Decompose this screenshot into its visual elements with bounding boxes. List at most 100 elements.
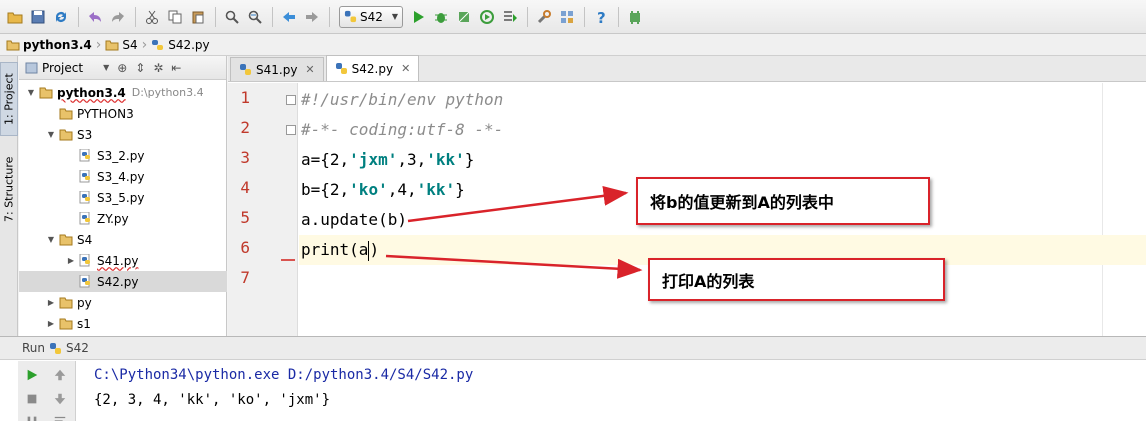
project-structure-icon[interactable]	[556, 6, 578, 28]
replace-icon[interactable]	[244, 6, 266, 28]
tab-s42[interactable]: S42.py ✕	[325, 55, 420, 81]
sync-icon[interactable]	[50, 6, 72, 28]
toolbar-separator	[215, 6, 216, 27]
toolbar-separator	[329, 6, 330, 27]
settings-icon[interactable]	[533, 6, 555, 28]
tree-item-label: S4	[77, 232, 93, 247]
help-icon[interactable]: ?	[590, 6, 612, 28]
tree-item-label: S42.py	[97, 274, 139, 289]
profile-icon[interactable]	[476, 6, 498, 28]
structure-tool-tab[interactable]: 7: Structure	[0, 148, 18, 230]
run-panel-config: S42	[66, 341, 89, 355]
run-configuration-select[interactable]: S42 ▼	[339, 5, 403, 28]
console-output[interactable]: C:\Python34\python.exe D:/python3.4/S4/S…	[94, 363, 473, 413]
string-literal: 'jxm'	[349, 150, 398, 169]
expand-right-icon[interactable]: ▶	[65, 256, 77, 265]
python-file-icon	[79, 190, 93, 204]
expand-right-icon[interactable]: ▶	[45, 298, 57, 307]
save-icon[interactable]	[27, 6, 49, 28]
soft-wrap-icon[interactable]	[52, 413, 68, 421]
tree-folder[interactable]: ▼ python3.4 D:\python3.4	[19, 82, 227, 103]
main-toolbar: S42 ▼ ?	[0, 0, 1146, 34]
python-icon	[50, 342, 62, 354]
stop-icon[interactable]	[24, 391, 40, 407]
paste-icon[interactable]	[187, 6, 209, 28]
hide-panel-icon[interactable]: ⇤	[171, 61, 181, 75]
toolbar-separator	[584, 6, 585, 27]
tree-file[interactable]: S3_4.py	[19, 166, 227, 187]
gear-icon[interactable]: ✲	[153, 61, 163, 75]
breadcrumb-item-s4[interactable]: S4	[105, 38, 138, 52]
close-icon[interactable]: ✕	[401, 62, 410, 75]
tool-window-strip: 1: Project 7: Structure	[0, 56, 18, 336]
run-panel: Run S42 C:\Python34\python.exe D:/python…	[0, 336, 1146, 421]
coverage-icon[interactable]	[453, 6, 475, 28]
code-text: ,3,	[397, 150, 427, 169]
find-icon[interactable]	[221, 6, 243, 28]
expand-down-icon[interactable]: ▼	[45, 130, 57, 139]
tree-file[interactable]: ZY.py	[19, 208, 227, 229]
project-tool-tab[interactable]: 1: Project	[0, 62, 18, 136]
expand-right-icon[interactable]: ▶	[45, 319, 57, 328]
project-panel-title[interactable]: Project	[42, 61, 83, 75]
code-text: )	[369, 240, 380, 259]
rerun-icon[interactable]	[24, 367, 40, 383]
open-folder-icon[interactable]	[4, 6, 26, 28]
scroll-from-source-icon[interactable]: ⊕	[117, 61, 127, 75]
breadcrumb-item-project[interactable]: python3.4	[6, 38, 92, 52]
code-text: }	[455, 180, 465, 199]
collapse-all-icon[interactable]: ⇕	[135, 61, 145, 75]
fold-marker-icon[interactable]	[286, 125, 296, 135]
breadcrumb-label: python3.4	[23, 37, 92, 52]
run-icon[interactable]	[407, 6, 429, 28]
forward-icon[interactable]	[301, 6, 323, 28]
tree-item-label: s1	[77, 316, 91, 331]
copy-icon[interactable]	[164, 6, 186, 28]
annotation-print: 打印A的列表	[648, 258, 945, 301]
tab-s41[interactable]: S41.py ✕	[230, 57, 324, 81]
tree-item-label: python3.4	[57, 85, 126, 100]
console-command-line: C:\Python34\python.exe D:/python3.4/S4/S…	[94, 367, 474, 383]
breadcrumb-separator: ›	[141, 36, 148, 53]
pause-icon[interactable]	[24, 413, 40, 421]
breadcrumb-item-file[interactable]: S42.py	[151, 38, 210, 52]
code-text: print(a	[301, 240, 369, 259]
folder-icon	[59, 233, 73, 246]
tree-file[interactable]: S3_2.py	[19, 145, 227, 166]
tree-folder[interactable]: ▼ S3	[19, 124, 227, 145]
tree-file[interactable]: ▶ S41.py	[19, 250, 227, 271]
tree-file[interactable]: S3_5.py	[19, 187, 227, 208]
fold-marker-icon[interactable]	[286, 95, 296, 105]
tree-item-label: S41.py	[97, 253, 139, 268]
code-line[interactable]: a={2,'jxm',3,'kk'}	[299, 145, 1146, 175]
tree-file[interactable]: S42.py	[19, 271, 227, 292]
python-file-icon	[79, 211, 93, 225]
toolbar-separator	[618, 6, 619, 27]
cut-icon[interactable]	[141, 6, 163, 28]
scroll-down-icon[interactable]	[52, 391, 68, 407]
code-text: b={2,	[301, 180, 350, 199]
tree-folder[interactable]: ▶ py	[19, 292, 227, 313]
project-view-icon	[25, 62, 38, 73]
chevron-down-icon[interactable]: ▼	[103, 63, 109, 72]
back-icon[interactable]	[278, 6, 300, 28]
string-literal: 'kk'	[416, 180, 456, 199]
expand-down-icon[interactable]: ▼	[25, 88, 37, 97]
python-file-icon	[240, 64, 251, 75]
change-marker	[281, 259, 295, 261]
run-concurrency-icon[interactable]	[499, 6, 521, 28]
plugin-icon[interactable]	[624, 6, 646, 28]
close-icon[interactable]: ✕	[305, 63, 314, 76]
tree-folder[interactable]: PYTHON3	[19, 103, 227, 124]
expand-down-icon[interactable]: ▼	[45, 235, 57, 244]
code-line[interactable]: #-*- coding:utf-8 -*-	[299, 115, 1146, 145]
undo-icon[interactable]	[84, 6, 106, 28]
debug-icon[interactable]	[430, 6, 452, 28]
redo-icon[interactable]	[107, 6, 129, 28]
code-line[interactable]: #!/usr/bin/env python	[299, 85, 1146, 115]
tree-folder[interactable]: ▶ s1	[19, 313, 227, 334]
toolbar-separator	[272, 6, 273, 27]
scroll-up-icon[interactable]	[52, 367, 68, 383]
line-number: 6	[240, 238, 250, 257]
tree-folder[interactable]: ▼ S4	[19, 229, 227, 250]
